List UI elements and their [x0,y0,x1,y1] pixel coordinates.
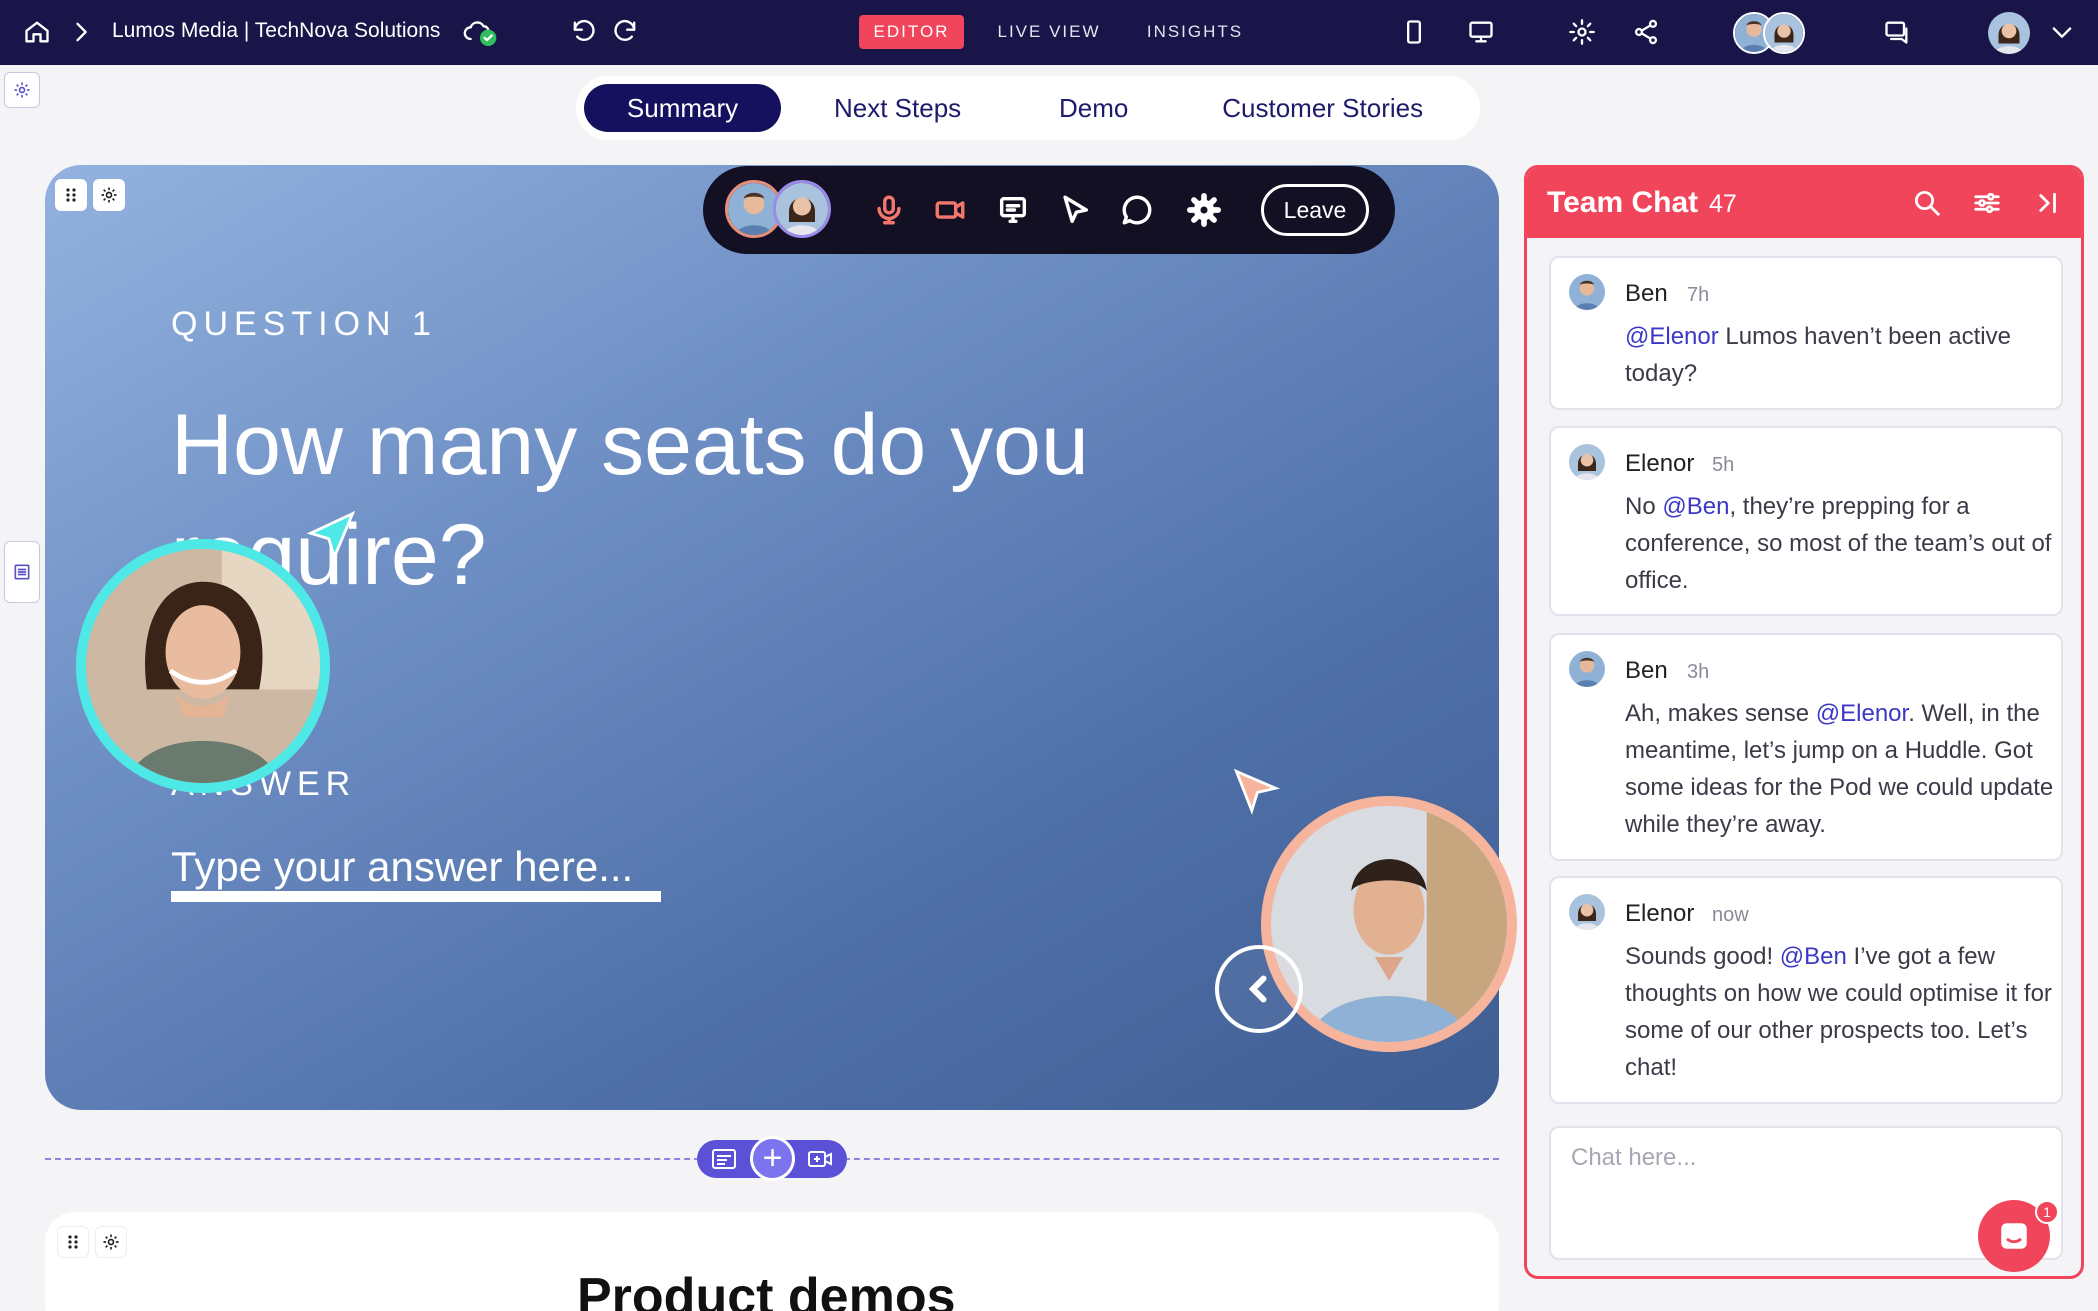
user-avatar[interactable] [1988,12,2030,54]
user-mention[interactable]: @Ben [1780,943,1847,970]
tab-summary[interactable]: Summary [584,84,782,132]
undo-icon[interactable] [566,15,600,49]
chat-message[interactable]: Elenor 5h No @Ben, they’re prepping for a … [1549,426,2063,616]
mode-editor[interactable]: EDITOR [859,15,964,49]
chat-message[interactable]: Ben 7h @Elenor Lumos haven’t been active t… [1549,256,2063,410]
redo-icon[interactable] [609,15,643,49]
user-mention[interactable]: @Elenor [1625,323,1719,350]
layers-panel-icon[interactable] [4,541,40,603]
chat-count-badge: 47 [1709,190,1737,218]
avatar [1569,444,1605,480]
avatar [1569,651,1605,687]
pointer-icon[interactable] [1055,190,1095,230]
product-demos-section: Product demos [45,1212,1499,1311]
section-title: Product demos [577,1268,956,1311]
participant-video-bubble-elenor[interactable] [76,539,330,793]
chat-title: Team Chat [1547,186,1699,219]
filter-icon[interactable] [1972,188,2004,220]
chevron-right-icon [64,15,98,49]
chat-header: Team Chat 47 [1527,168,2081,238]
settings-icon[interactable] [1184,190,1224,230]
cloud-check-icon [458,15,502,49]
message-author: Ben [1625,657,1668,684]
message-author: Ben [1625,280,1668,307]
block-settings-icon[interactable] [95,1226,127,1258]
desktop-icon[interactable] [1464,15,1498,49]
chat-message[interactable]: Elenor now Sounds good! @Ben I’ve got a fe… [1549,876,2063,1104]
message-time: 3h [1687,661,1710,683]
user-mention[interactable]: @Elenor [1816,700,1908,727]
chat-message[interactable]: Ben 3h Ah, makes sense @Elenor. Well, in t… [1549,633,2063,861]
avatar [773,180,831,238]
message-body: Ah, makes sense @Elenor. Well, in the me… [1625,695,2055,843]
message-time: 7h [1687,284,1710,306]
message-body: @Elenor Lumos haven’t been active today? [1625,318,2055,392]
participant-video-bubble-ben[interactable] [1261,796,1517,1052]
top-bar: Lumos Media | TechNova Solutions EDITOR … [0,0,2098,65]
drag-handle-icon[interactable] [55,179,87,211]
leave-huddle-button[interactable]: Leave [1261,184,1369,236]
message-time: now [1712,904,1749,926]
avatar [1569,274,1605,310]
huddle-participants[interactable] [725,180,831,238]
user-mention[interactable]: @Ben [1662,493,1729,520]
message-author: Elenor [1625,900,1695,927]
add-text-block-icon[interactable] [711,1147,737,1171]
drag-handle-icon[interactable] [57,1226,89,1258]
add-block-button[interactable]: + [750,1136,795,1181]
search-icon[interactable] [1912,188,1944,220]
home-icon[interactable] [20,15,54,49]
message-body: Sounds good! @Ben I’ve got a few thought… [1625,938,2055,1086]
comment-icon[interactable] [1117,190,1157,230]
mode-live-view[interactable]: LIVE VIEW [990,15,1108,49]
avatar [1763,12,1805,54]
share-icon[interactable] [1629,15,1663,49]
message-body: No @Ben, they’re prepping for a conferen… [1625,488,2055,599]
previous-slide-button[interactable] [1215,945,1303,1033]
breadcrumb[interactable]: Lumos Media | TechNova Solutions [112,19,440,43]
chevron-left-icon [1248,975,1267,1003]
notification-badge: 1 [2035,1200,2059,1224]
answer-input[interactable] [171,842,661,902]
message-text: No [1625,493,1663,520]
collaborators-avatars[interactable] [1733,12,1805,54]
page-settings-icon[interactable] [4,72,40,108]
microphone-icon[interactable] [869,190,909,230]
question-label: QUESTION 1 [171,305,437,343]
mobile-icon[interactable] [1397,15,1431,49]
section-tabs: Summary Next Steps Demo Customer Stories [576,76,1480,140]
camera-icon[interactable] [930,190,970,230]
message-text: Ah, makes sense [1625,700,1816,727]
chevron-down-icon[interactable] [2045,15,2079,49]
avatar [1569,894,1605,930]
gear-icon[interactable] [1565,15,1599,49]
screen-share-icon[interactable] [993,190,1033,230]
team-chat-panel: Team Chat 47 Ben 7h @Elenor Lumos haven’t … [1524,165,2084,1279]
cursor-elenor-icon [306,510,356,562]
collapse-panel-icon[interactable] [2032,188,2064,220]
block-settings-icon[interactable] [93,179,125,211]
message-text: Sounds good! [1625,943,1780,970]
tab-next-steps[interactable]: Next Steps [781,84,1014,132]
message-time: 5h [1712,454,1735,476]
tab-customer-stories[interactable]: Customer Stories [1173,84,1472,132]
mode-insights[interactable]: INSIGHTS [1140,15,1250,49]
messenger-icon [2001,1223,2027,1249]
chat-bubbles-icon[interactable] [1880,15,1914,49]
question-text[interactable]: How many seats do you require? [171,390,1221,610]
message-author: Elenor [1625,450,1695,477]
cursor-ben-icon [1233,768,1281,815]
add-video-block-icon[interactable] [807,1147,833,1171]
huddle-toolbar: Leave [703,166,1395,254]
tab-demo[interactable]: Demo [1014,84,1173,132]
